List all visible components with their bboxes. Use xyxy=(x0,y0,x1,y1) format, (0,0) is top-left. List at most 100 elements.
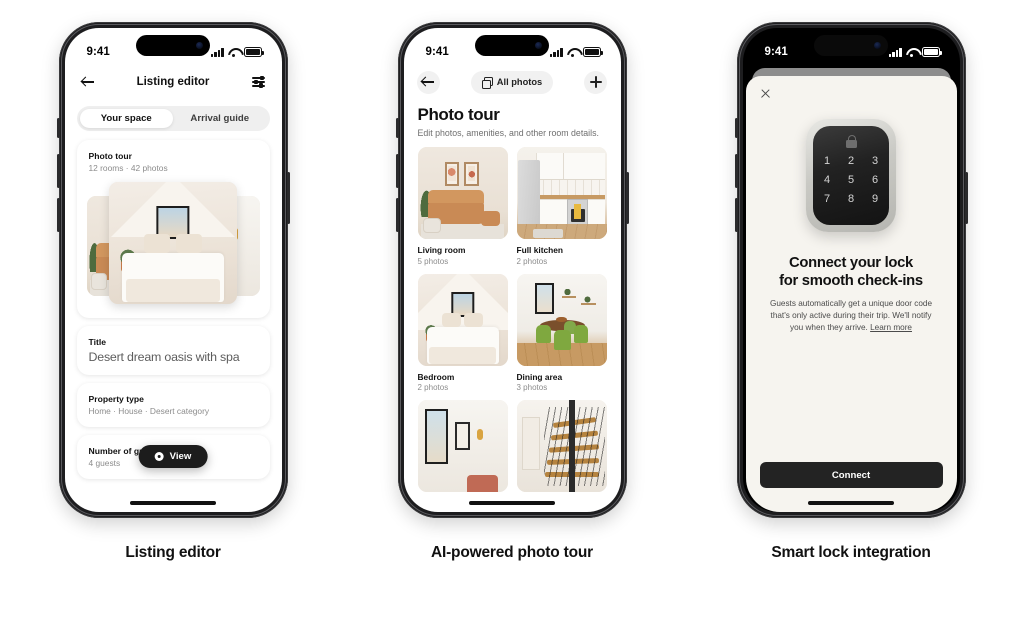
front-camera-icon xyxy=(874,42,881,49)
room-thumbnail[interactable] xyxy=(516,400,607,492)
photo-tour-header: Photo tour Edit photos, amenities, and o… xyxy=(404,98,621,138)
room-tile-partial-stairs[interactable] xyxy=(516,400,607,492)
wifi-icon xyxy=(906,48,918,57)
card-label: Title xyxy=(88,337,107,347)
phone-column-smart-lock: 9:41 1 2 3 4 5 6 7 8 9 Connect your lock… xyxy=(734,22,968,562)
volume-down-button[interactable] xyxy=(395,198,399,232)
room-tile-living-room[interactable]: Living room 5 photos xyxy=(417,147,508,266)
card-value: Desert dream oasis with spa xyxy=(88,350,240,364)
keypad-key: 9 xyxy=(871,193,879,205)
keypad-key: 8 xyxy=(847,193,855,205)
tab-arrival-guide[interactable]: Arrival guide xyxy=(173,109,267,128)
room-thumbnail[interactable] xyxy=(417,147,508,239)
keypad-key: 2 xyxy=(847,155,855,167)
all-photos-label: All photos xyxy=(496,77,543,87)
mute-switch[interactable] xyxy=(56,118,60,138)
nav-bar-2: All photos xyxy=(404,66,621,98)
close-x-icon xyxy=(760,88,771,99)
close-button[interactable] xyxy=(746,76,957,99)
card-value: Home · House · Desert category xyxy=(88,406,210,416)
view-button-label: View xyxy=(169,451,192,462)
status-time: 9:41 xyxy=(764,46,788,58)
dynamic-island xyxy=(814,35,888,56)
headline-line-1: Connect your lock xyxy=(789,255,913,271)
eye-icon xyxy=(154,452,164,461)
keypad-key: 6 xyxy=(871,174,879,186)
room-tile-full-kitchen[interactable]: Full kitchen 2 photos xyxy=(516,147,607,266)
phone-frame-2: 9:41 All photos Photo tour Edit photos, … xyxy=(395,22,629,518)
volume-up-button[interactable] xyxy=(56,154,60,188)
room-tile-bedroom[interactable]: Bedroom 2 photos xyxy=(417,273,508,392)
room-thumbnail[interactable] xyxy=(516,273,607,366)
keypad-key: 5 xyxy=(847,174,855,186)
power-button[interactable] xyxy=(625,172,629,224)
copy-layers-icon xyxy=(481,77,494,89)
battery-icon xyxy=(921,47,942,57)
home-indicator[interactable] xyxy=(469,501,555,505)
front-camera-icon xyxy=(196,42,203,49)
smart-lock-sheet: 1 2 3 4 5 6 7 8 9 Connect your lock for … xyxy=(745,76,957,512)
phone-screen-3: 9:41 1 2 3 4 5 6 7 8 9 Connect your lock… xyxy=(742,28,960,512)
room-thumbnail[interactable] xyxy=(417,273,508,366)
photo-carousel[interactable] xyxy=(86,182,260,307)
room-name: Full kitchen xyxy=(516,245,564,255)
volume-up-button[interactable] xyxy=(734,154,738,188)
status-icons xyxy=(888,47,942,57)
card-label: Property type xyxy=(88,394,144,404)
headline-line-2: for smooth check-ins xyxy=(779,273,923,290)
learn-more-link[interactable]: Learn more xyxy=(870,323,912,332)
connect-button[interactable]: Connect xyxy=(759,462,943,488)
room-photo-count: 2 photos xyxy=(516,256,548,266)
phone-frame-3: 9:41 1 2 3 4 5 6 7 8 9 Connect your lock… xyxy=(734,22,968,518)
phone-frame-1: 9:41 Listing editor Your space Arrival g… xyxy=(56,22,290,518)
keypad-key: 3 xyxy=(871,155,879,167)
sheet-body: Guests automatically get a unique door c… xyxy=(766,298,937,334)
back-arrow-icon[interactable] xyxy=(81,75,95,89)
card-photo-tour[interactable]: Photo tour 12 rooms · 42 photos xyxy=(76,140,270,318)
room-thumbnail[interactable] xyxy=(417,400,508,492)
smart-lock-keypad: 1 2 3 4 5 6 7 8 9 xyxy=(806,119,896,232)
smart-lock-copy: Connect your lock for smooth check-ins G… xyxy=(746,232,957,334)
cellular-signal-icon xyxy=(888,47,902,57)
phone-screen-2: 9:41 All photos Photo tour Edit photos, … xyxy=(403,28,621,512)
phone-column-photo-tour: 9:41 All photos Photo tour Edit photos, … xyxy=(395,22,629,562)
tab-your-space[interactable]: Your space xyxy=(79,109,173,128)
room-thumbnail[interactable] xyxy=(516,147,607,239)
page-title: Photo tour xyxy=(417,105,500,124)
battery-icon xyxy=(243,47,264,57)
power-button[interactable] xyxy=(964,172,968,224)
room-tile-partial-hall[interactable] xyxy=(417,400,508,492)
card-title[interactable]: Title Desert dream oasis with spa xyxy=(76,326,270,375)
status-time: 9:41 xyxy=(425,46,449,58)
phone-showcase: 9:41 Listing editor Your space Arrival g… xyxy=(0,0,1024,562)
caption-listing-editor: Listing editor xyxy=(125,544,221,561)
room-name: Dining area xyxy=(516,371,563,382)
keypad-grid: 1 2 3 4 5 6 7 8 9 xyxy=(821,155,882,205)
volume-down-button[interactable] xyxy=(56,198,60,232)
segmented-control[interactable]: Your space Arrival guide xyxy=(76,106,270,131)
room-photo-count: 3 photos xyxy=(516,383,548,392)
all-photos-button[interactable]: All photos xyxy=(470,70,554,94)
home-indicator[interactable] xyxy=(130,501,216,505)
room-tile-dining-area[interactable]: Dining area 3 photos xyxy=(516,273,607,392)
keypad-key: 7 xyxy=(823,193,831,205)
sliders-icon[interactable] xyxy=(251,75,266,89)
home-indicator[interactable] xyxy=(808,501,894,505)
status-time: 9:41 xyxy=(86,46,110,58)
mute-switch[interactable] xyxy=(395,118,399,138)
back-button[interactable] xyxy=(416,70,440,94)
listing-card-list: Photo tour 12 rooms · 42 photos Title De… xyxy=(65,131,282,479)
front-camera-icon xyxy=(535,42,542,49)
volume-up-button[interactable] xyxy=(395,154,399,188)
volume-down-button[interactable] xyxy=(734,198,738,232)
carousel-photo-main[interactable] xyxy=(109,182,237,304)
card-property-type[interactable]: Property type Home · House · Desert cate… xyxy=(76,383,270,427)
add-photo-button[interactable] xyxy=(584,70,608,94)
mute-switch[interactable] xyxy=(734,118,738,138)
room-grid: Living room 5 photos Full kitchen 2 phot… xyxy=(404,138,621,492)
dynamic-island xyxy=(475,35,549,56)
power-button[interactable] xyxy=(286,172,290,224)
view-button[interactable]: View xyxy=(138,445,208,468)
room-name: Living room xyxy=(417,245,466,255)
wifi-icon xyxy=(228,48,240,57)
